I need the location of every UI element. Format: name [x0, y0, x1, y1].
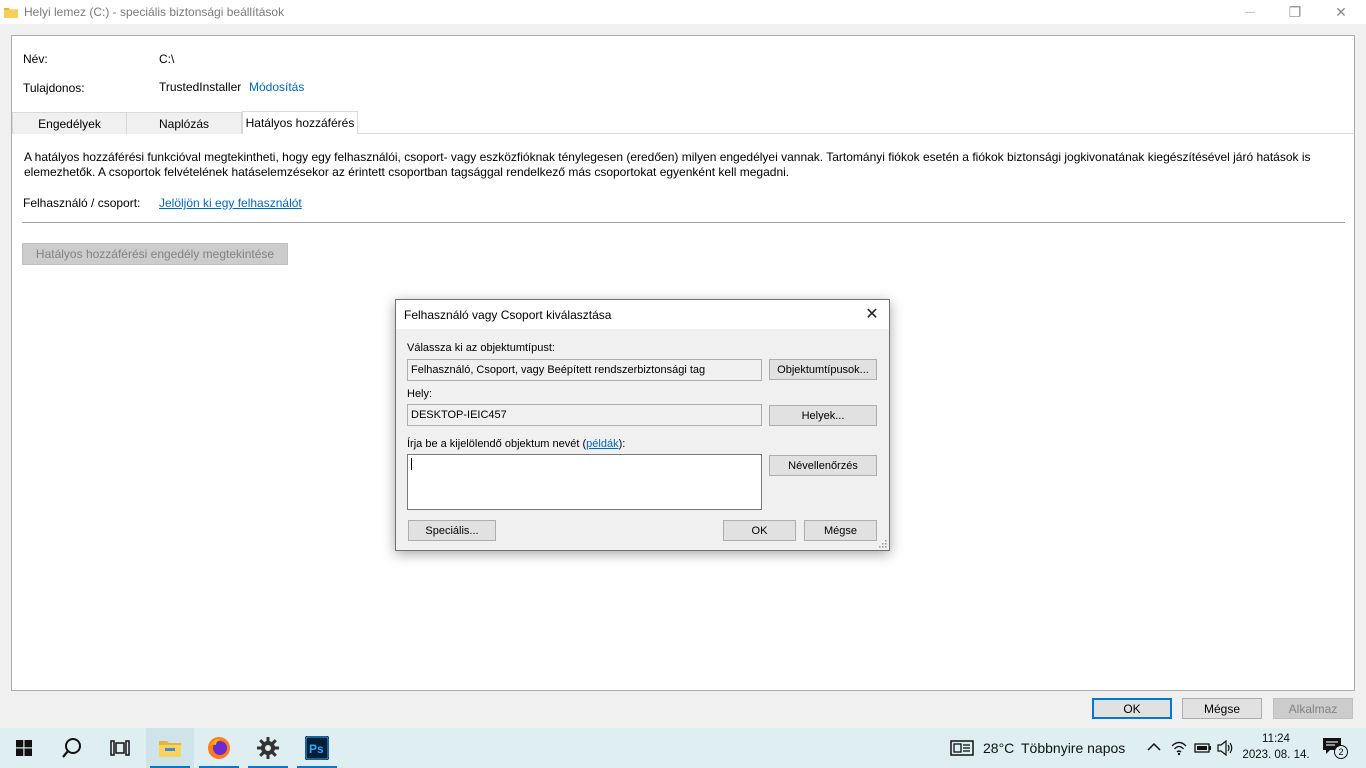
title-bar: Helyi lemez (C:) - speciális biztonsági …: [0, 0, 1366, 24]
close-icon: ✕: [865, 306, 879, 323]
effective-access-description: A hatályos hozzáférési funkcióval megtek…: [24, 150, 1311, 179]
view-effective-access-button[interactable]: Hatályos hozzáférési engedély megtekinté…: [22, 243, 288, 265]
file-explorer-button[interactable]: [146, 728, 194, 768]
folder-icon: [4, 7, 18, 18]
select-user-link[interactable]: Jelöljön ki egy felhasználót: [159, 196, 302, 210]
close-icon: ✕: [1335, 3, 1347, 20]
owner-change-link[interactable]: Módosítás: [249, 80, 304, 94]
network-icon[interactable]: [1171, 740, 1187, 756]
taskbar: Ps 28°C Többnyire napos 11:24 2023. 08. …: [0, 728, 1366, 768]
tab-label: Naplózás: [158, 116, 210, 131]
examples-link[interactable]: példák: [586, 438, 618, 450]
firefox-button[interactable]: [195, 728, 243, 768]
notification-count-badge: 2: [1334, 745, 1348, 759]
advanced-button[interactable]: Speciális...: [408, 520, 496, 541]
close-button[interactable]: ✕: [1318, 0, 1364, 24]
resize-grip-icon[interactable]: [879, 540, 887, 548]
tab-bar: Engedélyek Naplózás Hatályos hozzáférés: [12, 111, 1354, 134]
locations-button[interactable]: Helyek...: [769, 405, 877, 426]
windows-logo-icon: [16, 740, 32, 756]
photoshop-icon: Ps: [305, 736, 329, 760]
clock-time: 11:24: [1262, 733, 1290, 745]
object-type-field: Felhasználó, Csoport, vagy Beépített ren…: [407, 359, 762, 381]
weather-temp[interactable]: 28°C: [983, 740, 1014, 756]
check-names-button[interactable]: Névellenőrzés: [769, 455, 877, 476]
cancel-button[interactable]: Mégse: [1182, 698, 1262, 719]
select-user-dialog: Felhasználó vagy Csoport kiválasztása ✕ …: [395, 299, 890, 551]
file-explorer-icon: [159, 741, 181, 757]
name-label: Név:: [23, 52, 48, 66]
owner-value: TrustedInstaller: [159, 80, 242, 94]
location-field: DESKTOP-IEIC457: [407, 404, 762, 426]
search-icon: [62, 738, 81, 758]
object-name-label-text: Írja be a kijelölendő objektum nevét (: [407, 438, 587, 450]
search-button[interactable]: [48, 728, 96, 768]
task-view-icon: [110, 740, 130, 756]
ok-button[interactable]: OK: [1092, 698, 1172, 719]
tab-effective-access[interactable]: Hatályos hozzáférés: [242, 111, 358, 134]
gear-icon: [257, 737, 279, 759]
object-name-label-suffix: ):: [618, 438, 626, 450]
tab-permissions[interactable]: Engedélyek: [12, 112, 127, 134]
owner-label: Tulajdonos:: [23, 81, 85, 95]
clock[interactable]: 11:24 2023. 08. 14.: [1238, 731, 1314, 763]
volume-icon[interactable]: [1217, 740, 1235, 756]
object-type-label: Válassza ki az objektumtípust:: [407, 342, 555, 354]
dialog-close-button[interactable]: ✕: [863, 305, 881, 323]
notification-center-button[interactable]: 2: [1322, 737, 1348, 759]
weather-news-icon[interactable]: [950, 740, 974, 756]
name-value: C:\: [159, 52, 175, 66]
chevron-up-icon[interactable]: [1147, 742, 1161, 752]
text-caret: [411, 458, 412, 470]
dialog-title-bar: Felhasználó vagy Csoport kiválasztása: [396, 300, 889, 329]
object-type-value: Felhasználó, Csoport, vagy Beépített ren…: [411, 364, 706, 376]
tab-label: Engedélyek: [38, 116, 101, 131]
svg-text:Ps: Ps: [309, 742, 324, 756]
start-button[interactable]: [0, 728, 48, 768]
restore-icon: ❐: [1288, 3, 1302, 20]
dialog-title: Felhasználó vagy Csoport kiválasztása: [404, 307, 612, 322]
user-group-label: Felhasználó / csoport:: [23, 196, 141, 210]
tab-label: Hatályos hozzáférés: [245, 116, 355, 130]
minimize-button[interactable]: —: [1227, 0, 1273, 24]
location-value: DESKTOP-IEIC457: [411, 409, 507, 421]
dialog-ok-button[interactable]: OK: [723, 520, 796, 541]
minimize-icon: —: [1245, 6, 1255, 18]
weather-text[interactable]: Többnyire napos: [1021, 740, 1125, 756]
divider: [22, 222, 1345, 223]
battery-icon[interactable]: [1194, 740, 1212, 756]
task-view-button[interactable]: [96, 728, 144, 768]
clock-date: 2023. 08. 14.: [1242, 749, 1310, 761]
object-name-input[interactable]: [407, 454, 762, 510]
location-label: Hely:: [407, 388, 433, 400]
object-name-label: Írja be a kijelölendő objektum nevét (pé…: [407, 438, 625, 450]
apply-button[interactable]: Alkalmaz: [1273, 698, 1353, 719]
dialog-cancel-button[interactable]: Mégse: [804, 520, 877, 541]
object-types-button[interactable]: Objektumtípusok...: [769, 359, 877, 380]
tab-auditing[interactable]: Naplózás: [126, 112, 242, 134]
photoshop-button[interactable]: Ps: [293, 728, 341, 768]
restore-button[interactable]: ❐: [1272, 0, 1318, 24]
settings-button[interactable]: [244, 728, 292, 768]
window-title: Helyi lemez (C:) - speciális biztonsági …: [24, 5, 285, 19]
firefox-icon: [208, 737, 230, 759]
